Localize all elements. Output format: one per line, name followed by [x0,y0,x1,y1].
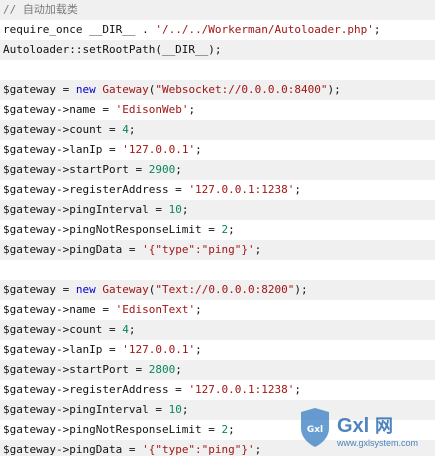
svg-text:网: 网 [375,416,393,437]
code-line: $gateway->pingData = '{"type":"ping"}'; [0,240,435,260]
code-line: $gateway->lanIp = '127.0.0.1'; [3,143,202,156]
svg-text:Gxl: Gxl [307,425,323,435]
code-line: $gateway->registerAddress = '127.0.0.1:1… [3,183,302,196]
watermark-site: www.gxlsystem.com [336,438,418,448]
code-line: $gateway->startPort = 2800; [0,360,435,380]
code-line: $gateway = new Gateway("Text://0.0.0.0:8… [0,280,435,300]
code-line: $gateway->name = 'EdisonWeb'; [3,103,196,116]
code-viewer: // 自动加载类 require_once __DIR__ . '/../../W… [0,0,435,456]
code-line: $gateway->count = 4; [0,320,435,340]
code-line: $gateway->lanIp = '127.0.0.1'; [3,343,202,356]
watermark-brand: Gxl [337,415,369,437]
code-line: $gateway->count = 4; [0,120,435,140]
gxl-logo-icon: Gxl Gxl 网 www.gxlsystem.com [301,408,418,448]
code-line: $gateway = new Gateway("Websocket://0.0.… [0,80,435,100]
code-line: require_once __DIR__ . '/../../Workerman… [3,23,381,36]
code-line: $gateway->startPort = 2900; [0,160,435,180]
code-blank-line [0,60,435,80]
code-line: $gateway->name = 'EdisonText'; [3,303,202,316]
code-line: $gateway->registerAddress = '127.0.0.1:1… [3,383,302,396]
gxl-watermark: Gxl Gxl 网 www.gxlsystem.com [297,406,427,450]
code-line: Autoloader::setRootPath(__DIR__); [0,40,435,60]
code-line: $gateway->pingInterval = 10; [0,200,435,220]
code-comment-line: // 自动加载类 [0,0,435,20]
code-line: $gateway->pingNotResponseLimit = 2; [3,223,235,236]
code-blank-line [0,260,435,280]
